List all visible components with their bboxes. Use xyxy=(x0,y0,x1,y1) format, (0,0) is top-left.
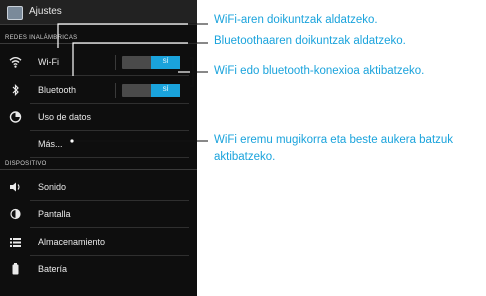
annotation-toggle-connection: WiFi edo bluetooth-konexioa aktibatzeko. xyxy=(214,65,425,77)
annotation-more-options-line1: WiFi eremu mugikorra eta beste aukera ba… xyxy=(214,134,454,146)
annotation-wifi-settings: WiFi-aren doikuntzak aldatzeko. xyxy=(214,14,378,26)
annotation-more-options-line2: aktibatzeko. xyxy=(214,151,276,163)
annotation-bluetooth-settings: Bluetoothaaren doikuntzak aldatzeko. xyxy=(214,35,406,47)
